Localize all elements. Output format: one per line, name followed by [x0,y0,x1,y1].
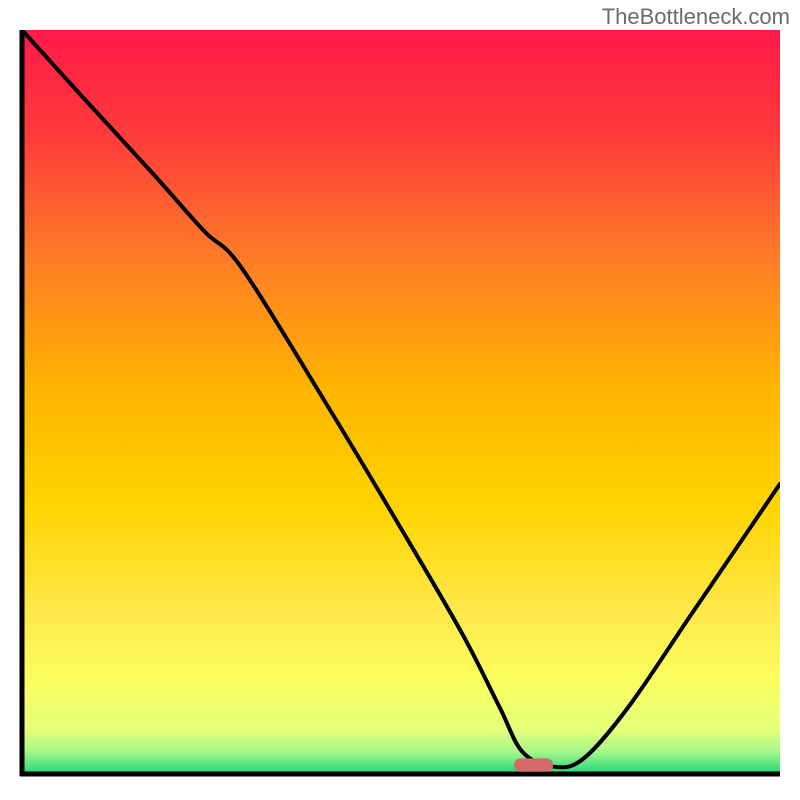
chart-svg [0,0,800,800]
optimum-marker [514,758,553,771]
plot-background [22,30,780,774]
bottleneck-chart: TheBottleneck.com [0,0,800,800]
